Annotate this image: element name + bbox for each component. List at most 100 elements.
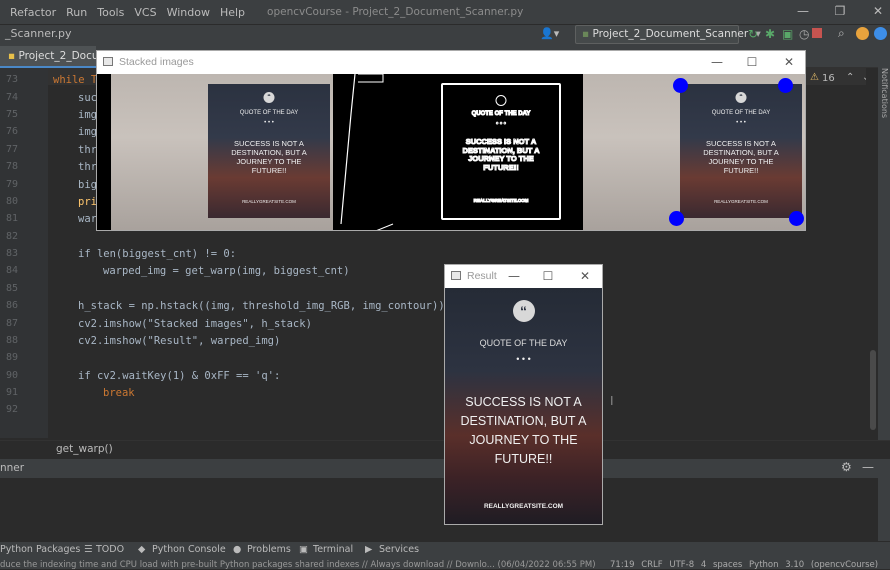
close-button[interactable]: ✕ xyxy=(572,267,598,285)
line-number: 85 xyxy=(6,283,19,294)
code-line: cv2.imshow("Result", warped_img) xyxy=(78,335,281,347)
window-title: opencvCourse - Project_2_Document_Scanne… xyxy=(267,6,524,18)
run-config-label: Project_2_Document_Scanner xyxy=(592,28,749,40)
line-number: 73 xyxy=(6,74,19,85)
close-button[interactable]: ✕ xyxy=(776,53,802,71)
result-window-title: Result xyxy=(467,270,497,282)
profile-icon[interactable]: ◷ xyxy=(799,27,809,41)
ide-maximize-button[interactable]: ❐ xyxy=(832,3,848,19)
maximize-button[interactable]: ☐ xyxy=(535,267,561,285)
contour-corner-point xyxy=(669,211,684,226)
contour-corner-point xyxy=(778,78,793,93)
user-icon[interactable]: 👤▾ xyxy=(540,27,559,40)
quote-icon: “ xyxy=(512,300,535,322)
line-number: 90 xyxy=(6,370,19,381)
stacked-images-window[interactable]: Stacked images — ☐ ✕ “ QUOTE OF THE DAY … xyxy=(96,50,806,231)
search-icon[interactable]: ⌕ xyxy=(838,26,845,41)
ide-close-button[interactable]: ✕ xyxy=(870,3,886,19)
code-line: cv2.imshow("Stacked images", h_stack) xyxy=(78,318,312,330)
run-console[interactable] xyxy=(0,478,878,540)
jetbrains-icon[interactable] xyxy=(874,27,887,40)
line-number: 91 xyxy=(6,387,19,398)
quote-text: SUCCESS IS NOT A DESTINATION, BUT A JOUR… xyxy=(703,139,779,175)
contour-image-panel: “ QUOTE OF THE DAY • • • SUCCESS IS NOT … xyxy=(583,74,805,230)
quote-of-day-text: QUOTE OF THE DAY xyxy=(479,338,568,348)
original-image-panel: “ QUOTE OF THE DAY • • • SUCCESS IS NOT … xyxy=(111,74,333,230)
quote-of-day-text: QUOTE OF THE DAY xyxy=(471,111,531,118)
line-number: 83 xyxy=(6,248,19,259)
maximize-button[interactable]: ☐ xyxy=(739,53,765,71)
code-line: suc xyxy=(78,92,97,104)
code-line: thr xyxy=(78,161,97,173)
line-number: 88 xyxy=(6,335,19,346)
result-window[interactable]: Result — ☐ ✕ “ QUOTE OF THE DAY • • • SU… xyxy=(444,264,603,525)
tab-project-2-document-scanner[interactable]: ▪ Project_2_Docum xyxy=(0,46,96,68)
notifications-tab[interactable]: Notifications xyxy=(877,68,889,128)
stacked-window-title: Stacked images xyxy=(119,56,194,68)
menu-refactor[interactable]: Refactor xyxy=(10,6,56,19)
line-number: 76 xyxy=(6,126,19,137)
tool-todo[interactable]: TODO xyxy=(96,544,124,555)
run-panel-title[interactable]: nner xyxy=(0,462,24,474)
site-text: REALLYGREATSITE.COM xyxy=(473,197,529,203)
line-number: 92 xyxy=(6,404,19,415)
minimize-panel-icon[interactable]: — xyxy=(862,460,874,474)
tool-windows-bar xyxy=(0,541,890,559)
menu-run[interactable]: Run xyxy=(66,6,87,19)
opencv-window-icon xyxy=(103,57,113,66)
code-line: img xyxy=(78,109,97,121)
scrollbar-thumb[interactable] xyxy=(870,350,876,430)
site-text: REALLYGREATSITE.COM xyxy=(242,199,296,204)
opencv-window-icon xyxy=(451,271,461,280)
stop-icon[interactable] xyxy=(812,28,822,38)
tool-python-console[interactable]: Python Console xyxy=(152,544,226,555)
line-number: 80 xyxy=(6,196,19,207)
code-line: war xyxy=(78,213,97,225)
function-breadcrumb[interactable]: get_warp() xyxy=(56,443,113,455)
code-line: thr xyxy=(78,144,97,156)
menu-help[interactable]: Help xyxy=(220,6,245,19)
tool-services[interactable]: Services xyxy=(379,544,419,555)
coverage-icon[interactable]: ▣ xyxy=(782,27,793,41)
minimize-button[interactable]: — xyxy=(704,53,730,71)
line-number: 82 xyxy=(6,231,19,242)
tool-python-packages[interactable]: Python Packages xyxy=(0,544,80,555)
menu-vcs[interactable]: VCS xyxy=(134,6,156,19)
tool-problems[interactable]: Problems xyxy=(247,544,291,555)
update-icon[interactable] xyxy=(856,27,869,40)
quote-of-day-text: QUOTE OF THE DAY xyxy=(711,110,771,116)
rerun-icon[interactable]: ↻ xyxy=(748,27,758,41)
menu-bar: Refactor Run Tools VCS Window Help openc… xyxy=(0,0,890,24)
line-number: 86 xyxy=(6,300,19,311)
result-window-titlebar[interactable]: Result — ☐ ✕ xyxy=(445,265,602,288)
gear-icon[interactable]: ⚙ xyxy=(841,460,852,474)
ide-minimize-button[interactable]: — xyxy=(795,3,811,19)
todo-icon: ☰ xyxy=(84,544,93,555)
contour-corner-point xyxy=(789,211,804,226)
warped-document-image: “ QUOTE OF THE DAY • • • SUCCESS IS NOT … xyxy=(445,288,602,524)
run-config-dropdown[interactable]: ▪ Project_2_Document_Scanner ▾ xyxy=(575,25,761,44)
threshold-image-panel: QUOTE OF THE DAY • • • SUCCESS IS NOT A … xyxy=(333,74,569,230)
code-line: h_stack = np.hstack((img, threshold_img_… xyxy=(78,300,445,312)
code-line: pri xyxy=(78,196,97,208)
warning-icon[interactable]: ⚠ xyxy=(810,72,819,83)
threshold-card: QUOTE OF THE DAY • • • SUCCESS IS NOT A … xyxy=(441,83,561,220)
dots-text: • • • xyxy=(516,354,531,364)
debug-icon[interactable]: ✱ xyxy=(765,27,775,41)
minimize-button[interactable]: — xyxy=(501,267,527,285)
code-line: big xyxy=(78,179,97,191)
stacked-window-titlebar[interactable]: Stacked images — ☐ ✕ xyxy=(97,51,805,74)
menu-window[interactable]: Window xyxy=(167,6,210,19)
python-file-icon: ▪ xyxy=(582,28,590,40)
quote-card-image: “ QUOTE OF THE DAY • • • SUCCESS IS NOT … xyxy=(680,84,802,218)
line-number: 78 xyxy=(6,161,19,172)
menu-tools[interactable]: Tools xyxy=(97,6,124,19)
chevron-up-icon[interactable]: ⌃ xyxy=(846,72,854,83)
line-number: 81 xyxy=(6,213,19,224)
python-console-icon: ◆ xyxy=(138,544,146,555)
terminal-icon: ▣ xyxy=(299,544,308,555)
tool-terminal[interactable]: Terminal xyxy=(313,544,353,555)
quote-icon: “ xyxy=(263,92,275,103)
breadcrumb-file[interactable]: _Scanner.py xyxy=(5,27,71,40)
services-icon: ▶ xyxy=(365,544,373,555)
